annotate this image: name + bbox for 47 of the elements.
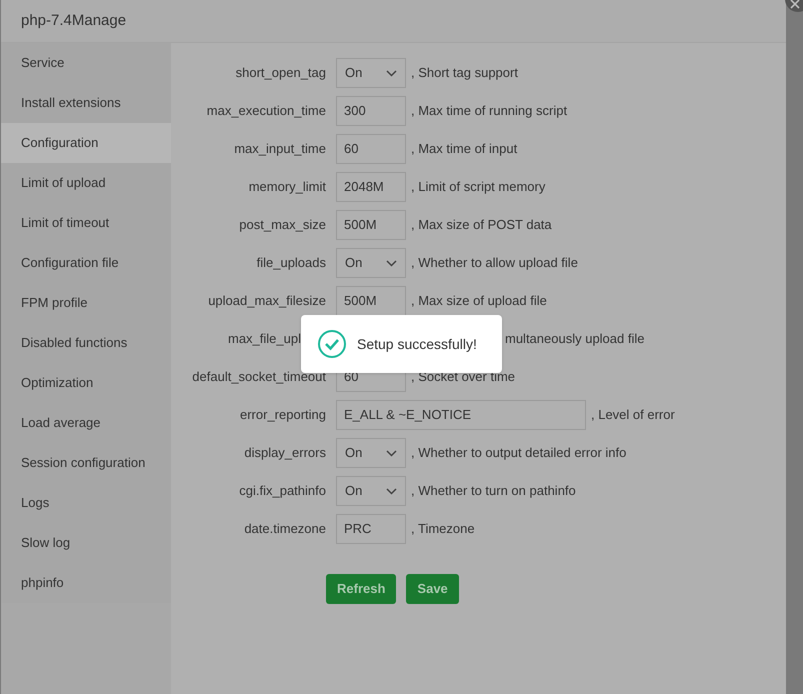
refresh-button[interactable]: Refresh: [326, 574, 396, 604]
input-field[interactable]: PRC: [336, 514, 406, 544]
chevron-down-icon: [386, 70, 397, 76]
setting-hint: , Max time of input: [411, 140, 518, 158]
setting-label: short_open_tag: [234, 64, 326, 82]
setting-label: max_input_time: [233, 140, 326, 158]
setting-hint: , Level of error: [591, 406, 675, 424]
dropdown[interactable]: On: [336, 476, 406, 506]
sidebar-item[interactable]: Configuration: [1, 123, 171, 163]
setting-label: date.timezone: [243, 520, 326, 538]
setting-label: post_max_size: [238, 216, 326, 234]
setting-hint: , Whether to allow upload file: [411, 254, 578, 272]
chevron-down-icon: [386, 450, 397, 456]
toast-message: Setup successfully!: [357, 334, 477, 354]
setting-label: upload_max_filesize: [207, 292, 326, 310]
setting-hint: , Whether to turn on pathinfo: [411, 482, 576, 500]
setting-hint: , Short tag support: [411, 64, 518, 82]
setting-label: cgi.fix_pathinfo: [238, 482, 326, 500]
setting-hint: , Timezone: [411, 520, 475, 538]
setting-hint: , Max time of running script: [411, 102, 568, 120]
save-button[interactable]: Save: [406, 574, 459, 604]
input-field[interactable]: 2048M: [336, 172, 406, 202]
setting-label: memory_limit: [248, 178, 326, 196]
input-field[interactable]: 300: [336, 96, 406, 126]
close-icon: [790, 0, 800, 9]
dropdown[interactable]: On: [336, 58, 406, 88]
setting-hint: , Max size of POST data: [411, 216, 552, 234]
setting-label: max_execution_time: [206, 102, 326, 120]
setting-hint: , Max size of upload file: [411, 292, 547, 310]
input-field[interactable]: E_ALL & ~E_NOTICE: [336, 400, 586, 430]
check-circle-icon: [317, 329, 347, 359]
setting-hint: multaneously upload file: [505, 330, 644, 348]
dropdown[interactable]: On: [336, 248, 406, 278]
setting-label: max_file_upl: [227, 330, 302, 348]
window-title: php-7.4Manage: [21, 10, 126, 31]
input-field[interactable]: 60: [336, 134, 406, 164]
setting-label: display_errors: [243, 444, 326, 462]
chevron-down-icon: [386, 488, 397, 494]
setting-label: file_uploads: [256, 254, 326, 272]
chevron-down-icon: [386, 260, 397, 266]
setting-hint: , Whether to output detailed error info: [411, 444, 626, 462]
input-field[interactable]: 500M: [336, 210, 406, 240]
setting-hint: , Limit of script memory: [411, 178, 546, 196]
input-field[interactable]: 500M: [336, 286, 406, 316]
setting-label: error_reporting: [239, 406, 326, 424]
dropdown[interactable]: On: [336, 438, 406, 468]
setting-label: default_socket_timeout: [191, 368, 326, 386]
